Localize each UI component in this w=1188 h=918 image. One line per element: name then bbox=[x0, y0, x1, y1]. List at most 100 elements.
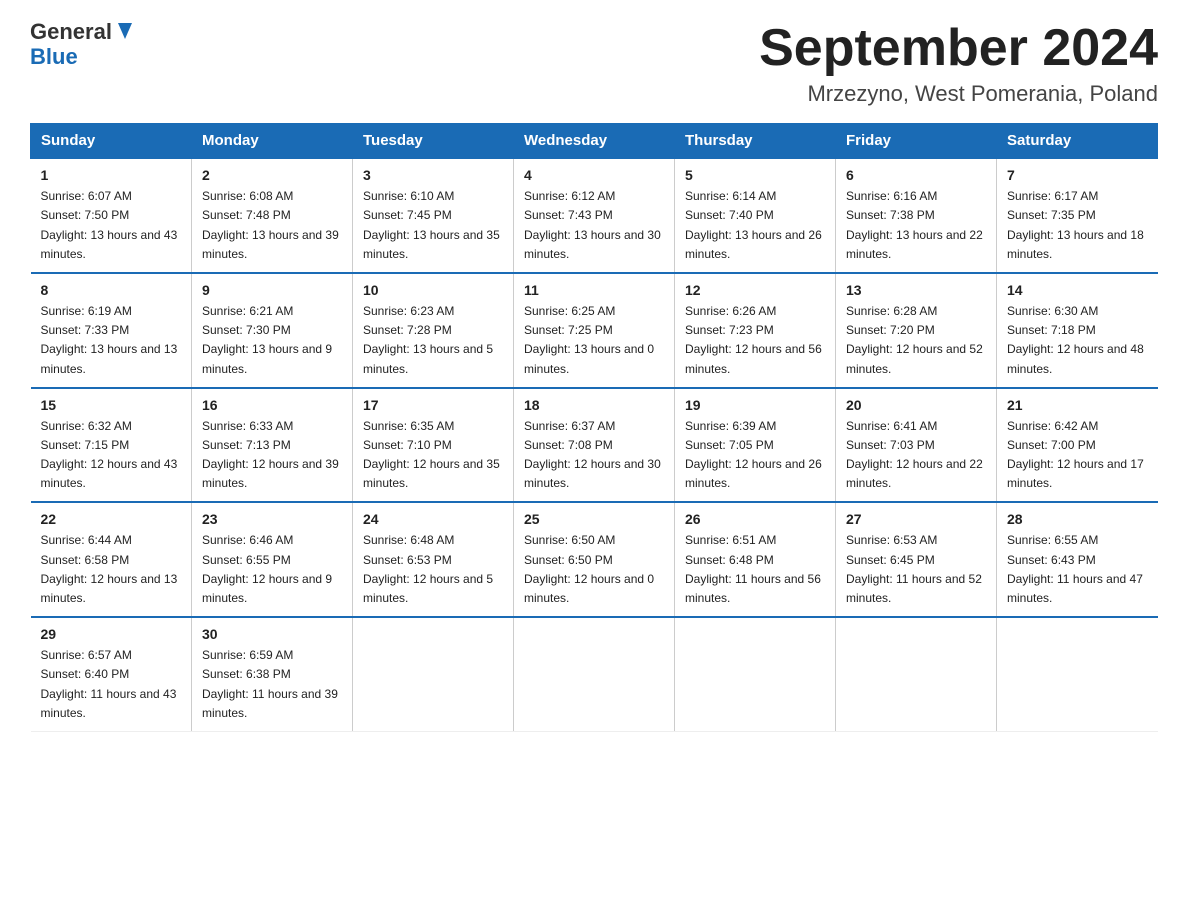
day-info: Sunrise: 6:23 AM Sunset: 7:28 PM Dayligh… bbox=[363, 302, 503, 379]
calendar-day-cell: 29 Sunrise: 6:57 AM Sunset: 6:40 PM Dayl… bbox=[31, 617, 192, 731]
weekday-header-wednesday: Wednesday bbox=[514, 124, 675, 159]
day-info: Sunrise: 6:50 AM Sunset: 6:50 PM Dayligh… bbox=[524, 531, 664, 608]
day-number: 20 bbox=[846, 397, 986, 413]
calendar-day-cell: 26 Sunrise: 6:51 AM Sunset: 6:48 PM Dayl… bbox=[675, 502, 836, 617]
calendar-day-cell: 11 Sunrise: 6:25 AM Sunset: 7:25 PM Dayl… bbox=[514, 273, 675, 388]
day-number: 16 bbox=[202, 397, 342, 413]
day-info: Sunrise: 6:25 AM Sunset: 7:25 PM Dayligh… bbox=[524, 302, 664, 379]
day-number: 27 bbox=[846, 511, 986, 527]
weekday-header-tuesday: Tuesday bbox=[353, 124, 514, 159]
day-number: 14 bbox=[1007, 282, 1148, 298]
calendar-day-cell: 19 Sunrise: 6:39 AM Sunset: 7:05 PM Dayl… bbox=[675, 388, 836, 503]
calendar-day-cell: 22 Sunrise: 6:44 AM Sunset: 6:58 PM Dayl… bbox=[31, 502, 192, 617]
day-number: 22 bbox=[41, 511, 182, 527]
calendar-day-cell bbox=[997, 617, 1158, 731]
day-info: Sunrise: 6:53 AM Sunset: 6:45 PM Dayligh… bbox=[846, 531, 986, 608]
day-number: 19 bbox=[685, 397, 825, 413]
day-number: 13 bbox=[846, 282, 986, 298]
day-number: 25 bbox=[524, 511, 664, 527]
day-info: Sunrise: 6:41 AM Sunset: 7:03 PM Dayligh… bbox=[846, 417, 986, 494]
calendar-day-cell: 23 Sunrise: 6:46 AM Sunset: 6:55 PM Dayl… bbox=[192, 502, 353, 617]
weekday-header-friday: Friday bbox=[836, 124, 997, 159]
calendar-day-cell bbox=[514, 617, 675, 731]
day-info: Sunrise: 6:16 AM Sunset: 7:38 PM Dayligh… bbox=[846, 187, 986, 264]
calendar-day-cell: 24 Sunrise: 6:48 AM Sunset: 6:53 PM Dayl… bbox=[353, 502, 514, 617]
day-number: 15 bbox=[41, 397, 182, 413]
day-info: Sunrise: 6:21 AM Sunset: 7:30 PM Dayligh… bbox=[202, 302, 342, 379]
day-number: 3 bbox=[363, 167, 503, 183]
weekday-header-sunday: Sunday bbox=[31, 124, 192, 159]
calendar-day-cell bbox=[836, 617, 997, 731]
calendar-day-cell: 14 Sunrise: 6:30 AM Sunset: 7:18 PM Dayl… bbox=[997, 273, 1158, 388]
calendar-day-cell: 28 Sunrise: 6:55 AM Sunset: 6:43 PM Dayl… bbox=[997, 502, 1158, 617]
calendar-day-cell: 27 Sunrise: 6:53 AM Sunset: 6:45 PM Dayl… bbox=[836, 502, 997, 617]
calendar-day-cell bbox=[353, 617, 514, 731]
day-info: Sunrise: 6:33 AM Sunset: 7:13 PM Dayligh… bbox=[202, 417, 342, 494]
month-title: September 2024 bbox=[759, 20, 1158, 77]
day-info: Sunrise: 6:42 AM Sunset: 7:00 PM Dayligh… bbox=[1007, 417, 1148, 494]
day-info: Sunrise: 6:39 AM Sunset: 7:05 PM Dayligh… bbox=[685, 417, 825, 494]
day-number: 2 bbox=[202, 167, 342, 183]
day-number: 26 bbox=[685, 511, 825, 527]
location-title: Mrzezyno, West Pomerania, Poland bbox=[759, 81, 1158, 107]
calendar-day-cell: 25 Sunrise: 6:50 AM Sunset: 6:50 PM Dayl… bbox=[514, 502, 675, 617]
logo-arrow-icon bbox=[114, 21, 136, 43]
day-info: Sunrise: 6:55 AM Sunset: 6:43 PM Dayligh… bbox=[1007, 531, 1148, 608]
day-info: Sunrise: 6:30 AM Sunset: 7:18 PM Dayligh… bbox=[1007, 302, 1148, 379]
day-number: 8 bbox=[41, 282, 182, 298]
day-number: 12 bbox=[685, 282, 825, 298]
day-number: 30 bbox=[202, 626, 342, 642]
day-number: 24 bbox=[363, 511, 503, 527]
day-info: Sunrise: 6:28 AM Sunset: 7:20 PM Dayligh… bbox=[846, 302, 986, 379]
day-info: Sunrise: 6:17 AM Sunset: 7:35 PM Dayligh… bbox=[1007, 187, 1148, 264]
calendar-day-cell bbox=[675, 617, 836, 731]
title-block: September 2024 Mrzezyno, West Pomerania,… bbox=[759, 20, 1158, 107]
weekday-header-thursday: Thursday bbox=[675, 124, 836, 159]
calendar-day-cell: 9 Sunrise: 6:21 AM Sunset: 7:30 PM Dayli… bbox=[192, 273, 353, 388]
day-info: Sunrise: 6:12 AM Sunset: 7:43 PM Dayligh… bbox=[524, 187, 664, 264]
calendar-day-cell: 3 Sunrise: 6:10 AM Sunset: 7:45 PM Dayli… bbox=[353, 158, 514, 273]
logo-text-general: General bbox=[30, 20, 112, 44]
day-info: Sunrise: 6:19 AM Sunset: 7:33 PM Dayligh… bbox=[41, 302, 182, 379]
calendar-day-cell: 10 Sunrise: 6:23 AM Sunset: 7:28 PM Dayl… bbox=[353, 273, 514, 388]
calendar-week-row: 29 Sunrise: 6:57 AM Sunset: 6:40 PM Dayl… bbox=[31, 617, 1158, 731]
day-info: Sunrise: 6:32 AM Sunset: 7:15 PM Dayligh… bbox=[41, 417, 182, 494]
day-number: 7 bbox=[1007, 167, 1148, 183]
weekday-header-saturday: Saturday bbox=[997, 124, 1158, 159]
calendar-day-cell: 6 Sunrise: 6:16 AM Sunset: 7:38 PM Dayli… bbox=[836, 158, 997, 273]
day-info: Sunrise: 6:26 AM Sunset: 7:23 PM Dayligh… bbox=[685, 302, 825, 379]
day-info: Sunrise: 6:59 AM Sunset: 6:38 PM Dayligh… bbox=[202, 646, 342, 723]
day-info: Sunrise: 6:46 AM Sunset: 6:55 PM Dayligh… bbox=[202, 531, 342, 608]
day-number: 17 bbox=[363, 397, 503, 413]
day-info: Sunrise: 6:48 AM Sunset: 6:53 PM Dayligh… bbox=[363, 531, 503, 608]
day-info: Sunrise: 6:57 AM Sunset: 6:40 PM Dayligh… bbox=[41, 646, 182, 723]
day-info: Sunrise: 6:44 AM Sunset: 6:58 PM Dayligh… bbox=[41, 531, 182, 608]
calendar-day-cell: 18 Sunrise: 6:37 AM Sunset: 7:08 PM Dayl… bbox=[514, 388, 675, 503]
calendar-day-cell: 4 Sunrise: 6:12 AM Sunset: 7:43 PM Dayli… bbox=[514, 158, 675, 273]
calendar-day-cell: 8 Sunrise: 6:19 AM Sunset: 7:33 PM Dayli… bbox=[31, 273, 192, 388]
day-info: Sunrise: 6:10 AM Sunset: 7:45 PM Dayligh… bbox=[363, 187, 503, 264]
day-number: 6 bbox=[846, 167, 986, 183]
calendar-day-cell: 21 Sunrise: 6:42 AM Sunset: 7:00 PM Dayl… bbox=[997, 388, 1158, 503]
calendar-day-cell: 30 Sunrise: 6:59 AM Sunset: 6:38 PM Dayl… bbox=[192, 617, 353, 731]
day-number: 23 bbox=[202, 511, 342, 527]
day-number: 11 bbox=[524, 282, 664, 298]
day-number: 18 bbox=[524, 397, 664, 413]
calendar-day-cell: 13 Sunrise: 6:28 AM Sunset: 7:20 PM Dayl… bbox=[836, 273, 997, 388]
day-number: 9 bbox=[202, 282, 342, 298]
day-number: 5 bbox=[685, 167, 825, 183]
calendar-week-row: 15 Sunrise: 6:32 AM Sunset: 7:15 PM Dayl… bbox=[31, 388, 1158, 503]
day-number: 28 bbox=[1007, 511, 1148, 527]
calendar-day-cell: 17 Sunrise: 6:35 AM Sunset: 7:10 PM Dayl… bbox=[353, 388, 514, 503]
calendar-week-row: 8 Sunrise: 6:19 AM Sunset: 7:33 PM Dayli… bbox=[31, 273, 1158, 388]
calendar-week-row: 1 Sunrise: 6:07 AM Sunset: 7:50 PM Dayli… bbox=[31, 158, 1158, 273]
page-header: General Blue September 2024 Mrzezyno, We… bbox=[30, 20, 1158, 107]
day-number: 21 bbox=[1007, 397, 1148, 413]
weekday-header-monday: Monday bbox=[192, 124, 353, 159]
calendar-day-cell: 1 Sunrise: 6:07 AM Sunset: 7:50 PM Dayli… bbox=[31, 158, 192, 273]
calendar-table: SundayMondayTuesdayWednesdayThursdayFrid… bbox=[30, 123, 1158, 732]
day-info: Sunrise: 6:14 AM Sunset: 7:40 PM Dayligh… bbox=[685, 187, 825, 264]
day-number: 10 bbox=[363, 282, 503, 298]
day-info: Sunrise: 6:07 AM Sunset: 7:50 PM Dayligh… bbox=[41, 187, 182, 264]
calendar-day-cell: 12 Sunrise: 6:26 AM Sunset: 7:23 PM Dayl… bbox=[675, 273, 836, 388]
